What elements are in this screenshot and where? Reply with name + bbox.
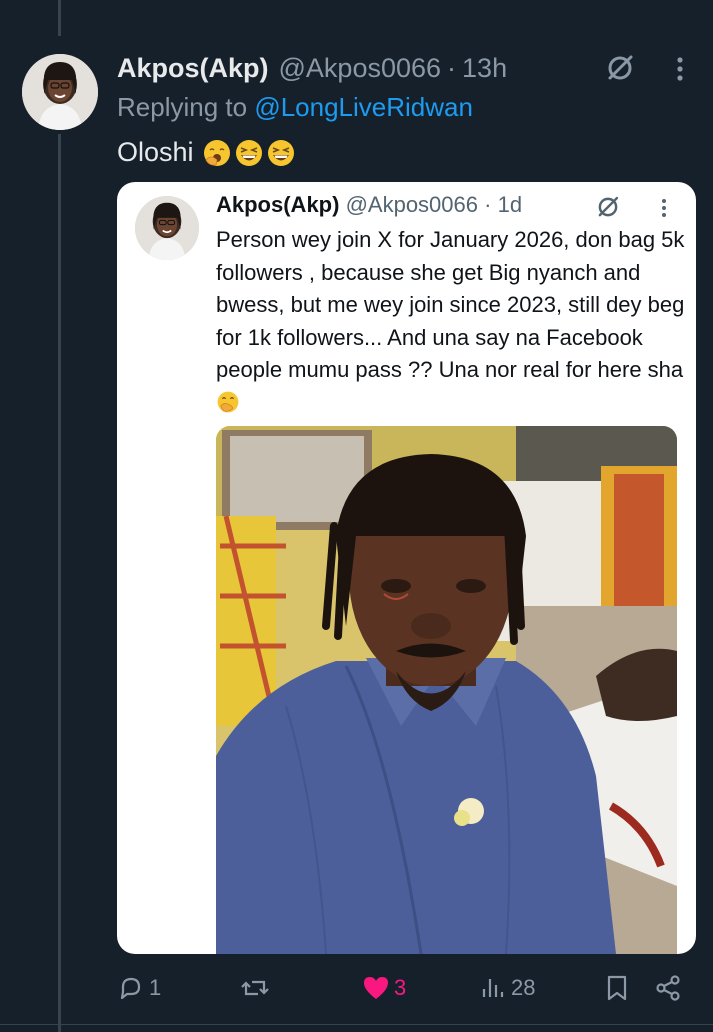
tweet-header: Akpos(Akp) @Akpos0066 · 13h [117,50,507,86]
views-chart-icon [482,979,504,997]
bookmark-button[interactable] [604,968,634,1008]
tweet-text-content: Oloshi [117,137,194,167]
bookmark-icon [607,975,627,1001]
more-options-icon[interactable] [672,56,688,82]
avatar-image [22,54,98,130]
like-button[interactable]: 3 [362,968,406,1008]
replying-prefix: Replying to [117,92,248,122]
tweet-text: Oloshi [117,137,296,168]
yawning-face-emoji-icon [203,139,230,166]
thread-line [58,134,61,1032]
quoted-tweet-card[interactable]: Akpos(Akp) @Akpos0066 · 1d Person wey jo… [117,182,696,954]
separator-dot: · [447,52,457,83]
grinning-squinting-face-emoji-icon [235,139,262,166]
quoted-grok-icon[interactable] [595,194,621,220]
quoted-avatar-image [135,196,199,260]
quoted-tweet-text-content: Person wey join X for January 2026, don … [216,227,685,382]
action-bar: 1 3 28 [0,968,713,1008]
reply-count: 1 [149,975,162,1000]
views-button[interactable]: 28 [481,968,535,1008]
replying-to: Replying to @LongLiveRidwan [117,92,473,123]
photo-image [216,426,677,954]
repost-button[interactable] [240,968,274,1008]
quoted-tweet-photo[interactable] [216,426,677,954]
author-name[interactable]: Akpos(Akp) [117,53,269,84]
replying-mention-link[interactable]: @LongLiveRidwan [254,92,473,122]
quoted-tweet-header: Akpos(Akp) @Akpos0066 · 1d [216,192,522,218]
quoted-separator-dot: · [484,192,492,217]
quoted-author-name[interactable]: Akpos(Akp) [216,192,339,217]
quoted-author-handle[interactable]: @Akpos0066 [346,192,478,217]
share-button[interactable] [654,968,686,1008]
reply-icon [120,977,141,1000]
author-handle[interactable]: @Akpos0066 [279,53,442,84]
reply-button[interactable]: 1 [117,968,161,1008]
bottom-divider [0,1024,713,1025]
avatar[interactable] [22,54,98,130]
quoted-avatar[interactable] [135,196,199,260]
grinning-squinting-face-emoji-icon [267,139,294,166]
quoted-timestamp[interactable]: 1d [498,192,522,217]
quoted-more-options-icon[interactable] [658,198,670,218]
repost-icon [241,980,269,996]
quoted-tweet-text: Person wey join X for January 2026, don … [216,224,686,419]
face-with-hand-over-mouth-emoji-icon [217,391,239,412]
grok-icon[interactable] [604,52,636,84]
share-icon [656,975,680,1001]
like-count: 3 [394,975,407,1000]
timestamp[interactable]: 13h [462,53,507,84]
thread-line-top [58,0,61,36]
views-count: 28 [511,975,536,1000]
heart-filled-icon [364,977,388,999]
